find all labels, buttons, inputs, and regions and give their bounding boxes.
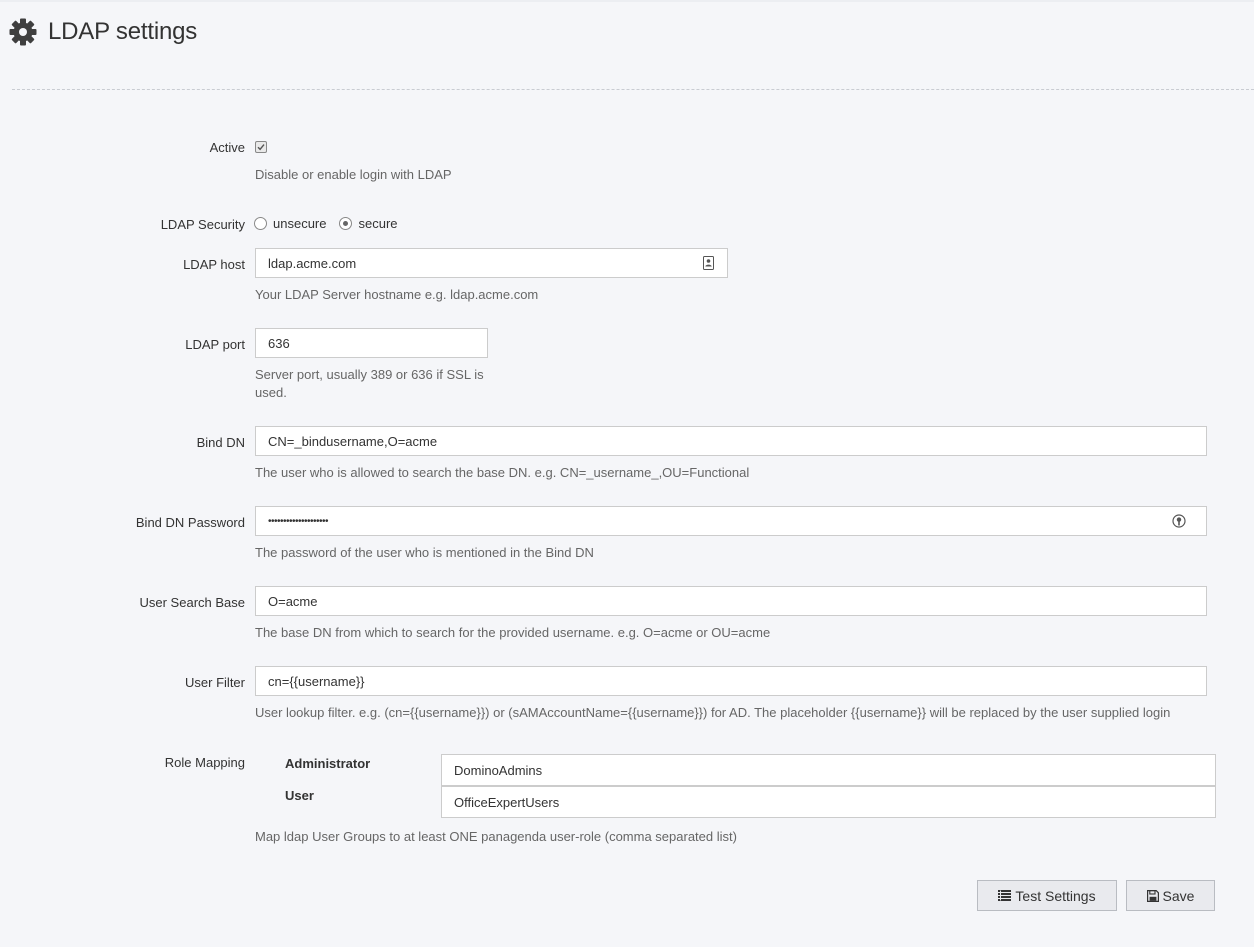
key-icon[interactable]	[1172, 514, 1186, 528]
active-label: Active	[209, 140, 245, 155]
user-filter-input-value: cn={{username}}	[268, 673, 365, 689]
radio-secure[interactable]	[339, 217, 353, 230]
save-label: Save	[1162, 887, 1195, 904]
list-icon	[998, 890, 1012, 901]
search-base-input[interactable]: O=acme	[255, 586, 1207, 616]
search-base-input-value: O=acme	[268, 593, 318, 609]
save-button[interactable]: Save	[1126, 880, 1215, 911]
test-settings-button[interactable]: Test Settings	[977, 880, 1117, 911]
port-help-line: Server port, usually 389 or 636 if SSL i…	[255, 367, 484, 382]
host-input-value: ldap.acme.com	[268, 255, 357, 271]
role-user-input-value: OfficeExpertUsers	[454, 794, 560, 810]
port-help-line: used.	[255, 385, 287, 400]
search-base-label: User Search Base	[139, 595, 246, 610]
port-label: LDAP port	[185, 337, 245, 352]
role-administrator-input[interactable]: DominoAdmins	[441, 754, 1216, 786]
role-name-administrator: Administrator	[285, 756, 371, 771]
role-mapping-label: Role Mapping	[164, 755, 245, 770]
active-help: Disable or enable login with LDAP	[255, 167, 452, 182]
bind-dn-label: Bind DN	[196, 435, 245, 450]
checkmark-icon	[257, 144, 265, 151]
active-checkbox[interactable]	[255, 141, 267, 153]
gear-icon	[8, 17, 38, 47]
bind-password-label: Bind DN Password	[135, 515, 245, 530]
role-user-input[interactable]: OfficeExpertUsers	[441, 786, 1216, 818]
radio-unsecure-label[interactable]: unsecure	[273, 216, 326, 231]
bind-password-input[interactable]: ••••••••••••••••••••	[255, 506, 1207, 536]
top-border	[0, 0, 1254, 2]
host-help: Your LDAP Server hostname e.g. ldap.acme…	[255, 287, 539, 302]
user-filter-label: User Filter	[185, 675, 245, 690]
port-input-value: 636	[268, 335, 290, 351]
role-mapping-help: Map ldap User Groups to at least ONE pan…	[255, 829, 737, 844]
contact-card-icon[interactable]	[701, 256, 715, 270]
page-title: LDAP settings	[48, 18, 198, 45]
bind-dn-input[interactable]: CN=_bindusername,O=acme	[255, 426, 1207, 456]
role-administrator-input-value: DominoAdmins	[454, 762, 543, 778]
user-filter-help: User lookup filter. e.g. (cn={{username}…	[255, 705, 1171, 720]
security-label: LDAP Security	[160, 217, 245, 232]
bind-dn-help: The user who is allowed to search the ba…	[255, 465, 750, 480]
radio-secure-label[interactable]: secure	[358, 216, 397, 231]
role-name-user: User	[285, 788, 314, 803]
host-label: LDAP host	[183, 257, 245, 272]
port-help: Server port, usually 389 or 636 if SSL i…	[255, 366, 484, 402]
host-input[interactable]: ldap.acme.com	[255, 248, 728, 278]
bind-dn-input-value: CN=_bindusername,O=acme	[268, 433, 438, 449]
radio-unsecure[interactable]	[254, 217, 267, 230]
floppy-disk-icon	[1146, 889, 1159, 902]
header-divider	[12, 89, 1254, 90]
security-radio-group: unsecure secure	[254, 216, 411, 231]
test-settings-label: Test Settings	[1015, 887, 1096, 904]
page-header: LDAP settings	[8, 14, 197, 50]
bind-password-help: The password of the user who is mentione…	[255, 545, 594, 560]
port-input[interactable]: 636	[255, 328, 488, 358]
user-filter-input[interactable]: cn={{username}}	[255, 666, 1207, 696]
search-base-help: The base DN from which to search for the…	[255, 625, 771, 640]
bind-password-input-value: ••••••••••••••••••••	[268, 515, 329, 527]
